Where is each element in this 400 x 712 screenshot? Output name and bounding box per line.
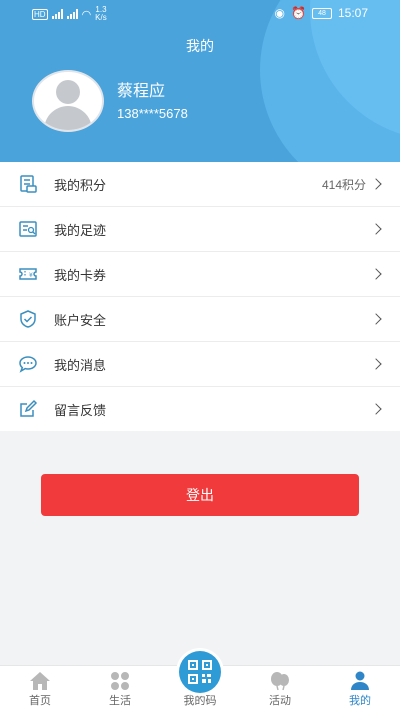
chevron-right-icon (370, 223, 382, 235)
battery-icon: 48 (311, 7, 332, 19)
hd-icon: HD (32, 8, 48, 20)
profile-header: HD ◠ 1.3 K/s ◉ ⏰ 48 15:07 我的 蔡程应 138****… (0, 0, 400, 162)
page-title: 我的 (186, 38, 214, 54)
network-speed: 1.3 K/s (95, 6, 107, 22)
menu-item-label: 我的足迹 (54, 222, 107, 238)
user-phone: 138****5678 (117, 106, 188, 121)
network-speed-unit: K/s (95, 13, 107, 22)
tab-label: 首页 (29, 695, 51, 707)
tab-home[interactable]: 首页 (0, 666, 80, 712)
signal-icon (66, 9, 78, 19)
clock: 15:07 (337, 6, 368, 20)
logout-button[interactable]: 登出 (41, 474, 359, 516)
menu-item-feedback[interactable]: 留言反馈 (0, 387, 400, 431)
avatar-body-icon (44, 106, 92, 130)
tab-life[interactable]: 生活 (80, 666, 160, 712)
points-value: 414积分 (321, 177, 366, 192)
status-bar: HD ◠ 1.3 K/s ◉ ⏰ 48 15:07 (0, 0, 400, 26)
tab-activity[interactable]: 活动 (240, 666, 320, 712)
message-bubble-icon (19, 356, 37, 373)
footprint-icon (19, 221, 37, 237)
tab-label: 生活 (109, 695, 131, 707)
chevron-right-icon (370, 178, 382, 190)
chevron-right-icon (370, 313, 382, 325)
activity-icon (271, 672, 289, 691)
avatar-head-icon (56, 80, 80, 104)
edit-feedback-icon (20, 399, 38, 417)
svg-text:¥: ¥ (29, 272, 33, 279)
menu-item-label: 我的卡券 (54, 267, 107, 283)
shield-check-icon (20, 310, 36, 328)
tab-mine[interactable]: 我的 (320, 666, 400, 712)
menu-item-coupons[interactable]: ¥ 我的卡券 (0, 252, 400, 297)
menu-item-label: 留言反馈 (54, 402, 107, 418)
wifi-icon: ◠ (81, 8, 92, 21)
user-name: 蔡程应 (117, 83, 166, 100)
tab-label: 活动 (269, 695, 291, 707)
alarm-icon: ⏰ (291, 6, 306, 20)
person-icon (351, 671, 369, 690)
menu-item-footprint[interactable]: 我的足迹 (0, 207, 400, 252)
home-icon (30, 672, 50, 690)
points-card-icon (20, 175, 37, 193)
menu-list: 我的积分 414积分 我的足迹 ¥ 我的卡券 账户安全 我的消息 留言反馈 (0, 162, 400, 431)
menu-item-label: 我的消息 (54, 357, 107, 373)
chevron-right-icon (370, 268, 382, 280)
chevron-right-icon (370, 358, 382, 370)
menu-item-label: 我的积分 (54, 177, 107, 193)
eye-icon: ◉ (274, 6, 286, 20)
tab-label: 我的 (349, 695, 371, 707)
chevron-right-icon (370, 403, 382, 415)
menu-item-points[interactable]: 我的积分 414积分 (0, 162, 400, 207)
menu-item-label: 账户安全 (54, 312, 107, 328)
grid-icon (111, 672, 129, 690)
qr-code-icon (188, 660, 212, 684)
signal-icon (51, 9, 63, 19)
qr-code-button[interactable] (176, 648, 224, 696)
coupon-icon: ¥ (19, 268, 37, 280)
avatar[interactable] (32, 70, 104, 132)
menu-item-messages[interactable]: 我的消息 (0, 342, 400, 387)
menu-item-account-security[interactable]: 账户安全 (0, 297, 400, 342)
